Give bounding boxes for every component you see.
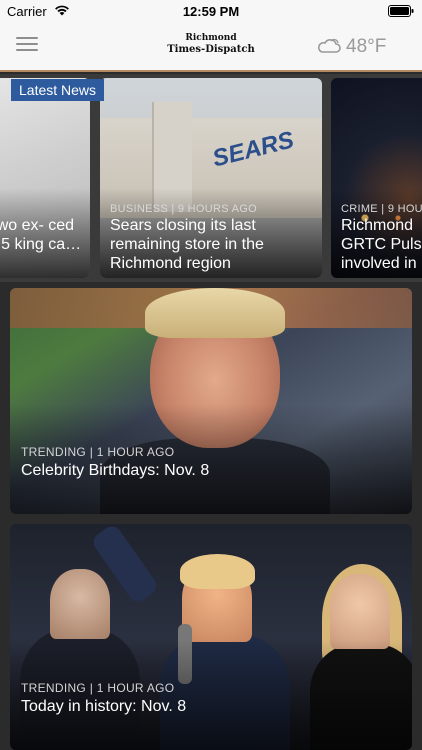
news-card-meta: CRIME | 9 HOURS AGO xyxy=(341,203,422,215)
trending-card[interactable]: TRENDING | 1 HOUR AGO Today in history: … xyxy=(10,524,412,750)
status-bar: Carrier 12:59 PM xyxy=(0,0,422,22)
news-card-headline: ed two ex- ced to 6.5 king ca… xyxy=(0,217,82,253)
news-card[interactable]: SEARS BUSINESS | 9 HOURS AGO Sears closi… xyxy=(100,78,322,278)
news-card[interactable]: CRIME | 9 HOURS AGO Richmond GRTC Pulse … xyxy=(331,78,422,278)
news-card-headline: Sears closing its last remaining store i… xyxy=(110,217,264,272)
latest-news-badge: Latest News xyxy=(11,79,105,101)
battery-icon xyxy=(388,5,414,17)
trending-card-headline: Today in history: Nov. 8 xyxy=(21,698,187,715)
nav-bar: Richmond Times-Dispatch 48°F xyxy=(0,22,422,72)
trending-card-headline: Celebrity Birthdays: Nov. 8 xyxy=(21,462,210,479)
weather-widget[interactable]: 48°F xyxy=(316,34,412,58)
news-card-headline: Richmond GRTC Pulse involved in xyxy=(341,217,422,272)
news-card[interactable]: ed two ex- ced to 6.5 king ca… xyxy=(0,78,90,278)
status-time: 12:59 PM xyxy=(182,4,240,19)
cloud-sun-icon xyxy=(318,38,341,53)
trending-card-meta: TRENDING | 1 HOUR AGO xyxy=(21,445,175,459)
trending-card[interactable]: TRENDING | 1 HOUR AGO Celebrity Birthday… xyxy=(10,288,412,514)
news-card-meta: BUSINESS | 9 HOURS AGO xyxy=(110,203,257,215)
temperature-label: 48°F xyxy=(346,36,387,57)
trending-card-meta: TRENDING | 1 HOUR AGO xyxy=(21,681,175,695)
latest-news-carousel[interactable]: Latest News ed two ex- ced to 6.5 king c… xyxy=(0,74,422,282)
